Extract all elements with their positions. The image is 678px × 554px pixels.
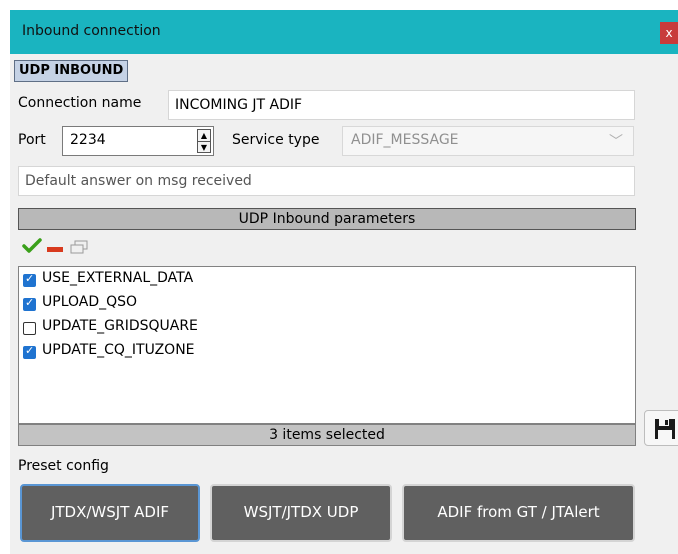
connection-name-input[interactable]: INCOMING JT ADIF — [168, 90, 635, 120]
spin-down-icon[interactable]: ▼ — [198, 142, 210, 153]
chevron-down-icon: ﹀ — [609, 134, 623, 150]
window-icon[interactable] — [70, 240, 88, 258]
check-icon: ✓ — [25, 272, 35, 285]
preset-jtdx-wsjt-adif-button[interactable]: JTDX/WSJT ADIF — [20, 484, 200, 542]
close-icon: x — [665, 26, 673, 40]
list-item-label: USE_EXTERNAL_DATA — [42, 270, 194, 286]
parameters-toolbar — [18, 232, 636, 266]
checkbox[interactable]: ✓ — [23, 296, 36, 311]
save-button[interactable] — [644, 410, 678, 446]
port-spin-buttons[interactable]: ▲ ▼ — [197, 129, 211, 153]
check-icon: ✓ — [25, 344, 35, 357]
window-title: Inbound connection — [22, 23, 161, 39]
floppy-disk-icon — [654, 418, 676, 444]
default-answer-input[interactable]: Default answer on msg received — [18, 166, 635, 196]
port-value: 2234 — [70, 132, 106, 148]
parameters-list[interactable]: ✓ USE_EXTERNAL_DATA ✓ UPLOAD_QSO UPDATE_… — [18, 266, 636, 424]
section-title: UDP INBOUND — [14, 60, 129, 82]
checkbox[interactable]: ✓ — [23, 272, 36, 287]
parameters-header: UDP Inbound parameters — [18, 208, 636, 230]
port-label: Port — [18, 132, 46, 148]
service-type-select[interactable]: ADIF_MESSAGE ﹀ — [342, 126, 634, 156]
checkbox[interactable] — [23, 322, 36, 335]
dialog-body: UDP INBOUND Connection name INCOMING JT … — [10, 54, 678, 554]
list-item-label: UPDATE_GRIDSQUARE — [42, 318, 198, 334]
service-type-value: ADIF_MESSAGE — [351, 132, 459, 148]
port-spinbox[interactable]: 2234 ▲ ▼ — [62, 126, 214, 156]
service-type-label: Service type — [232, 132, 320, 148]
connection-name-label: Connection name — [18, 95, 142, 111]
selection-status: 3 items selected — [18, 424, 636, 446]
minus-icon[interactable] — [46, 242, 64, 258]
preset-wsjt-jtdx-udp-button[interactable]: WSJT/JTDX UDP — [210, 484, 392, 542]
list-item-label: UPLOAD_QSO — [42, 294, 138, 310]
preset-adif-gt-jtalert-button[interactable]: ADIF from GT / JTAlert — [402, 484, 635, 542]
list-item-label: UPDATE_CQ_ITUZONE — [42, 342, 195, 358]
checkmark-icon[interactable] — [22, 238, 42, 258]
checkbox[interactable]: ✓ — [23, 344, 36, 359]
window-titlebar: Inbound connection — [10, 10, 678, 54]
preset-config-label: Preset config — [18, 458, 109, 474]
spin-up-icon[interactable]: ▲ — [198, 130, 210, 142]
check-icon: ✓ — [25, 296, 35, 309]
close-button[interactable]: x — [660, 22, 678, 44]
